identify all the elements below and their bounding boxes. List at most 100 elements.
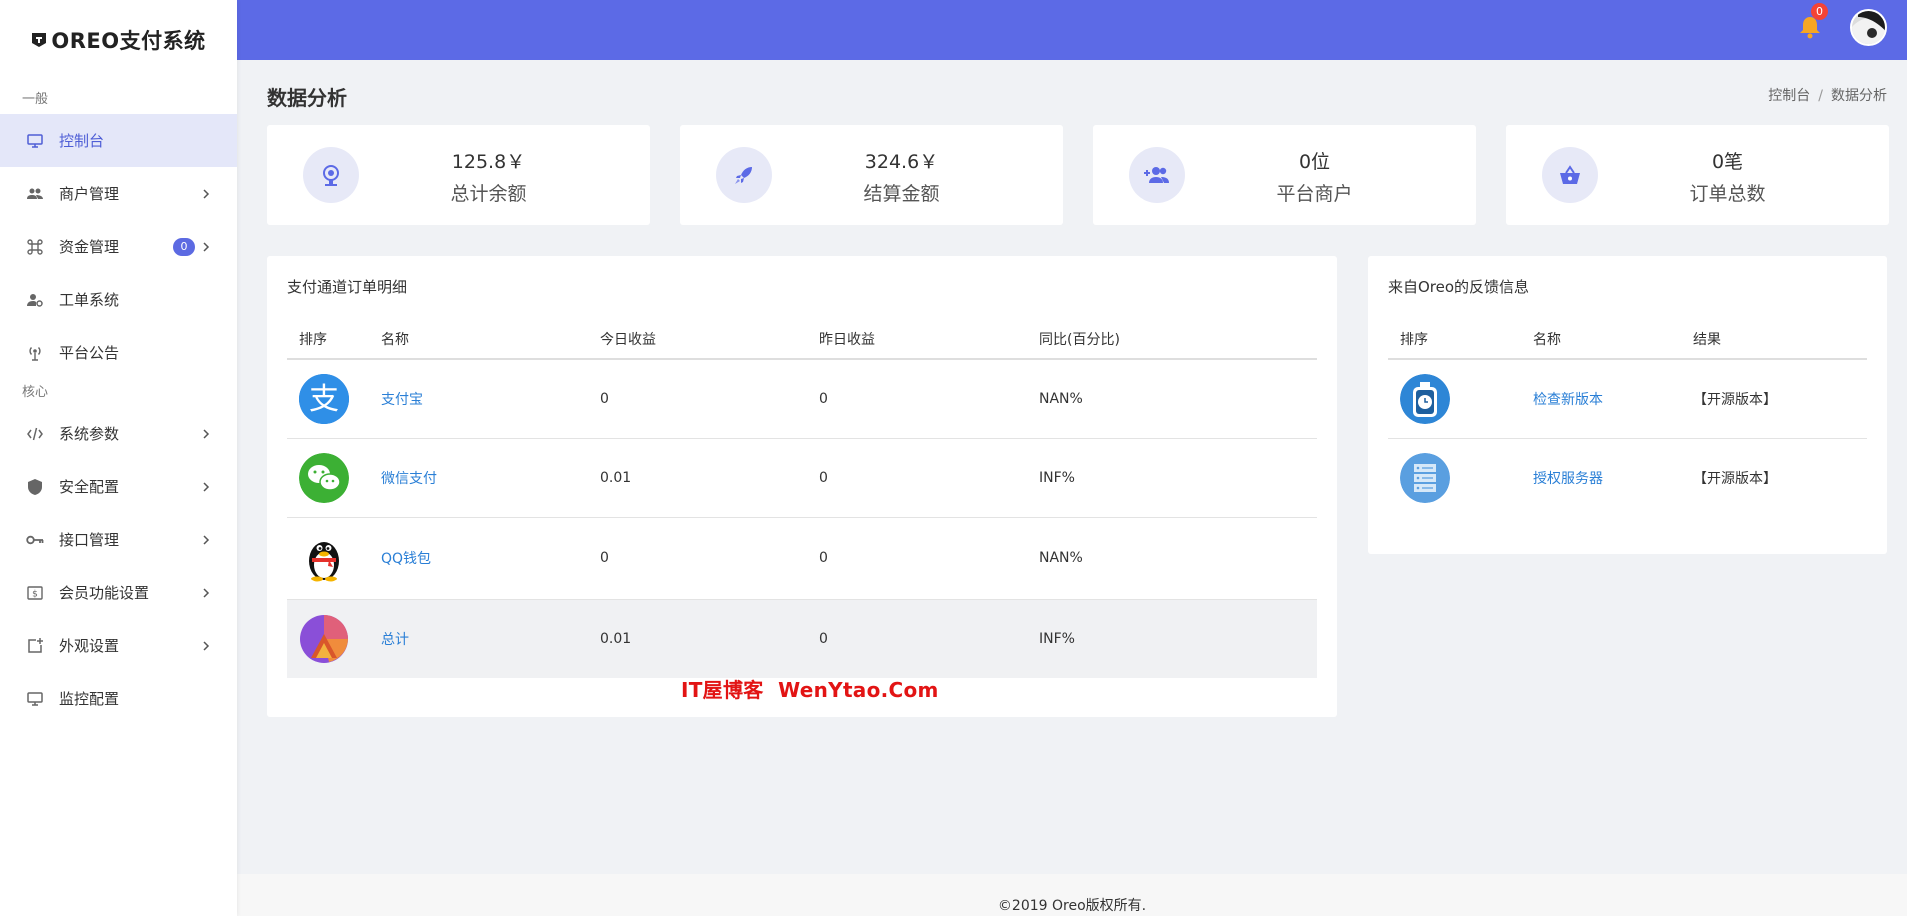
sidebar-item-dashboard[interactable]: 控制台 bbox=[0, 114, 237, 167]
channel-link-qqwallet[interactable]: QQ钱包 bbox=[381, 551, 431, 567]
stat-label: 订单总数 bbox=[1689, 183, 1766, 205]
rocket-icon bbox=[716, 147, 772, 203]
feedback-result: 【开源版本】 bbox=[1681, 359, 1867, 439]
sidebar-item-label: 控制台 bbox=[59, 132, 105, 150]
channel-link-total[interactable]: 总计 bbox=[381, 632, 409, 648]
ratio: NAN% bbox=[1027, 517, 1317, 600]
sidebar-item-api[interactable]: 接口管理 bbox=[0, 513, 237, 566]
today-income: 0 bbox=[588, 517, 807, 600]
column-header: 名称 bbox=[369, 319, 588, 360]
copyright-text: ©2019 Oreo版权所有. bbox=[997, 898, 1147, 914]
svg-text:支: 支 bbox=[309, 382, 339, 417]
sidebar-item-label: 系统参数 bbox=[59, 425, 120, 443]
table-row: 微信支付 0.01 0 INF% bbox=[287, 438, 1317, 518]
sidebar-item-system-params[interactable]: 系统参数 bbox=[0, 407, 237, 460]
chevron-right-icon bbox=[201, 587, 211, 598]
orders-panel-title: 支付通道订单明细 bbox=[287, 278, 408, 296]
stat-card-merchants: 0位 平台商户 bbox=[1093, 125, 1476, 225]
monitor-icon bbox=[26, 690, 44, 708]
stat-value: 324.6￥ bbox=[864, 151, 939, 173]
users-icon bbox=[26, 185, 44, 203]
code-icon bbox=[26, 425, 44, 443]
column-header: 排序 bbox=[287, 319, 369, 360]
sidebar-item-monitoring[interactable]: 监控配置 bbox=[0, 672, 237, 725]
server-icon bbox=[1400, 452, 1450, 503]
chevron-right-icon bbox=[201, 534, 211, 545]
stat-card-total-balance: 125.8￥ 总计余额 bbox=[267, 125, 650, 225]
sidebar-item-appearance[interactable]: 外观设置 bbox=[0, 619, 237, 672]
feedback-panel-title: 来自Oreo的反馈信息 bbox=[1388, 278, 1530, 296]
monitor-icon bbox=[26, 132, 44, 150]
sidebar-item-announcements[interactable]: 平台公告 bbox=[0, 326, 237, 379]
feedback-result: 【开源版本】 bbox=[1693, 470, 1777, 487]
sidebar-item-security[interactable]: 安全配置 bbox=[0, 460, 237, 513]
table-header-row: 排序 名称 今日收益 昨日收益 同比(百分比) bbox=[287, 319, 1317, 360]
brand-logo[interactable]: OREO支付系统 bbox=[0, 0, 237, 80]
stat-value: 0位 bbox=[1298, 151, 1331, 173]
ratio: INF% bbox=[1027, 599, 1317, 678]
chevron-right-icon bbox=[201, 241, 211, 252]
nav-section-core: 核心 bbox=[22, 385, 49, 400]
user-gear-icon bbox=[26, 291, 44, 309]
breadcrumb-current: 数据分析 bbox=[1831, 88, 1887, 104]
stat-card-orders: 0笔 订单总数 bbox=[1506, 125, 1889, 225]
top-navbar: 0 bbox=[237, 0, 1907, 60]
page-title: 数据分析 bbox=[267, 86, 347, 110]
stat-value: 125.8￥ bbox=[451, 151, 526, 173]
channel-link-alipay[interactable]: 支付宝 bbox=[381, 392, 423, 408]
column-header: 排序 bbox=[1388, 319, 1521, 360]
basket-icon bbox=[1542, 147, 1598, 203]
sidebar: OREO支付系统 一般 控制台 商户管理 资金管理 0 工单系统 平台公告 核心… bbox=[0, 0, 237, 916]
today-income: 0 bbox=[588, 359, 807, 439]
qq-penguin-icon bbox=[299, 533, 349, 583]
table-row: 检查新版本 【开源版本】 bbox=[1388, 359, 1867, 439]
chevron-right-icon bbox=[201, 481, 211, 492]
chevron-right-icon bbox=[201, 640, 211, 651]
sidebar-item-member-settings[interactable]: $ 会员功能设置 bbox=[0, 566, 237, 619]
sidebar-item-label: 资金管理 bbox=[59, 238, 120, 256]
chevron-right-icon bbox=[201, 428, 211, 439]
stat-label: 总计余额 bbox=[450, 183, 527, 205]
breadcrumb-dashboard-link[interactable]: 控制台 bbox=[1768, 88, 1810, 104]
notification-bell[interactable]: 0 bbox=[1796, 3, 1828, 41]
orders-table: 排序 名称 今日收益 昨日收益 同比(百分比) 支 支付宝 0 0 NAN% 微… bbox=[287, 319, 1317, 678]
chevron-right-icon bbox=[201, 188, 211, 199]
stat-label: 结算金额 bbox=[863, 183, 940, 205]
feedback-link-check-version[interactable]: 检查新版本 bbox=[1533, 392, 1603, 408]
today-income: 0.01 bbox=[588, 599, 807, 678]
channel-link-wechat[interactable]: 微信支付 bbox=[381, 471, 437, 487]
table-row: QQ钱包 0 0 NAN% bbox=[287, 517, 1317, 600]
user-add-icon bbox=[1129, 147, 1185, 203]
sidebar-item-funds[interactable]: 资金管理 0 bbox=[0, 220, 237, 273]
yesterday-income: 0 bbox=[807, 517, 1027, 600]
alipay-icon: 支 bbox=[299, 373, 349, 424]
orders-panel: 支付通道订单明细 排序 名称 今日收益 昨日收益 同比(百分比) 支 支付宝 0… bbox=[267, 256, 1337, 717]
ratio: NAN% bbox=[1027, 359, 1317, 439]
yesterday-income: 0 bbox=[807, 438, 1027, 518]
broadcast-icon bbox=[26, 344, 44, 362]
stat-card-settlement: 324.6￥ 结算金额 bbox=[680, 125, 1063, 225]
breadcrumb: 控制台 / 数据分析 bbox=[1768, 85, 1887, 105]
table-row: 授权服务器 【开源版本】 bbox=[1388, 438, 1867, 517]
pie-chart-icon bbox=[299, 614, 349, 664]
sidebar-item-merchants[interactable]: 商户管理 bbox=[0, 167, 237, 220]
column-header: 今日收益 bbox=[588, 319, 807, 360]
funds-badge: 0 bbox=[173, 237, 195, 256]
brand-name: OREO支付系统 bbox=[51, 29, 206, 53]
stat-label: 平台商户 bbox=[1276, 183, 1353, 205]
today-income: 0.01 bbox=[588, 438, 807, 518]
sidebar-item-tickets[interactable]: 工单系统 bbox=[0, 273, 237, 326]
notification-count-badge: 0 bbox=[1811, 3, 1828, 20]
svg-text:$: $ bbox=[32, 589, 38, 599]
sidebar-item-label: 安全配置 bbox=[59, 478, 120, 496]
feedback-link-license-server[interactable]: 授权服务器 bbox=[1533, 471, 1603, 487]
user-avatar[interactable] bbox=[1850, 9, 1887, 46]
footer: ©2019 Oreo版权所有. bbox=[237, 874, 1907, 916]
table-row: 支 支付宝 0 0 NAN% bbox=[287, 359, 1317, 439]
ratio: INF% bbox=[1027, 438, 1317, 518]
table-row-total: 总计 0.01 0 INF% bbox=[287, 599, 1317, 678]
dollar-box-icon: $ bbox=[26, 584, 44, 602]
command-icon bbox=[26, 238, 44, 256]
feedback-panel: 来自Oreo的反馈信息 排序 名称 结果 检查新版本 【开源版本】 授权服务器 bbox=[1368, 256, 1887, 554]
nav-section-general: 一般 bbox=[22, 92, 49, 107]
